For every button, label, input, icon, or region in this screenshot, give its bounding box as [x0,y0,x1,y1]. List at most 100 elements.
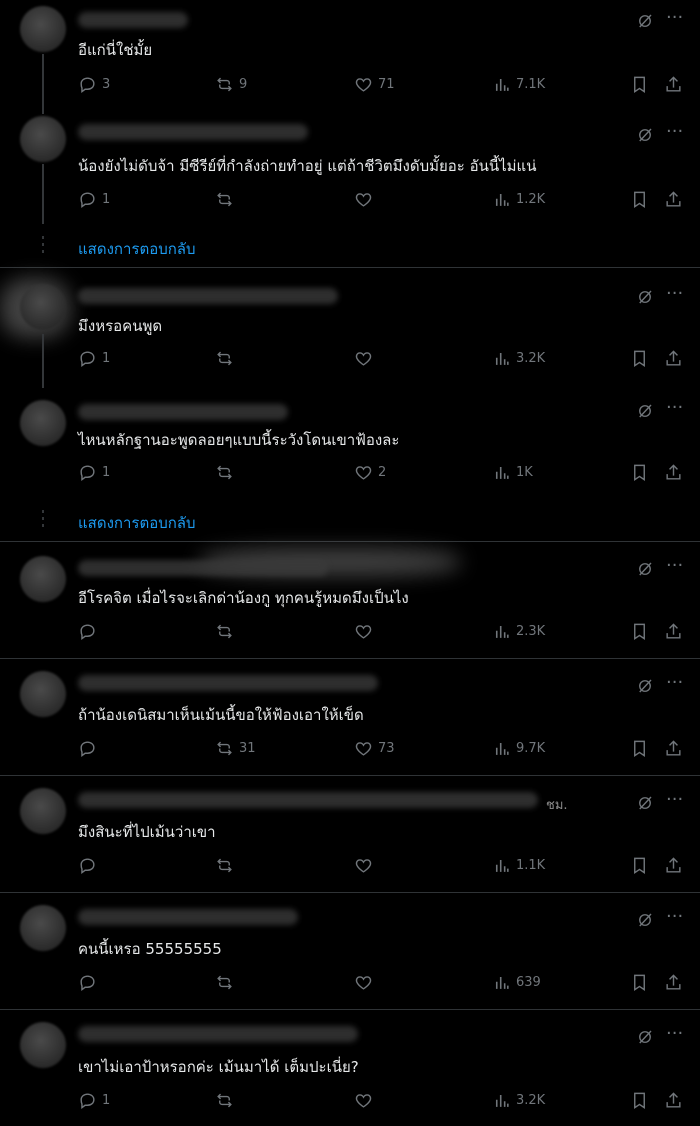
like-button[interactable] [354,1091,378,1110]
post-3[interactable]: ··· มึงหรอคนพูด 1 3.2K [0,278,700,388]
more-icon[interactable]: ··· [666,791,683,809]
views-button[interactable]: 7.1K [492,75,545,94]
grok-icon[interactable] [636,402,654,420]
bookmark-button[interactable] [630,1091,654,1110]
post-4[interactable]: ··· ไหนหลักฐานอะพูดลอยๆแบบนี้ระวังโดนเขา… [0,392,700,502]
grok-icon[interactable] [636,1028,654,1046]
like-button[interactable]: 73 [354,739,395,758]
repost-button[interactable] [215,190,239,209]
like-button[interactable]: 2 [354,463,386,482]
repost-button[interactable] [215,463,239,482]
avatar[interactable] [20,788,66,834]
more-icon[interactable]: ··· [666,557,683,575]
repost-button[interactable]: 9 [215,75,247,94]
reply-button[interactable]: 1 [78,190,110,209]
author-name[interactable] [78,675,378,691]
repost-button[interactable]: 31 [215,739,256,758]
like-button[interactable] [354,856,378,875]
grok-icon[interactable] [636,126,654,144]
share-button[interactable] [664,622,688,641]
author-name[interactable] [78,560,328,576]
author-name[interactable] [78,288,338,304]
grok-icon[interactable] [636,288,654,306]
grok-icon[interactable] [636,560,654,578]
like-button[interactable] [354,349,378,368]
share-button[interactable] [664,463,688,482]
views-button[interactable]: 639 [492,973,541,992]
reply-button[interactable]: 3 [78,75,110,94]
reply-button[interactable] [78,973,102,992]
author-name[interactable] [78,1026,358,1042]
author-name[interactable] [78,909,298,925]
share-button[interactable] [664,739,688,758]
more-icon[interactable]: ··· [666,123,683,141]
share-button[interactable] [664,856,688,875]
avatar[interactable] [20,6,66,52]
author-name[interactable] [78,12,188,28]
repost-button[interactable] [215,973,239,992]
like-button[interactable] [354,973,378,992]
avatar[interactable] [20,671,66,717]
views-button[interactable]: 3.2K [492,1091,545,1110]
share-button[interactable] [664,973,688,992]
post-8[interactable]: ··· คนนี้เหรอ 55555555 639 [0,899,700,1009]
more-icon[interactable]: ··· [666,908,683,926]
bookmark-button[interactable] [630,463,654,482]
post-5[interactable]: ··· อีโรคจิต เมื่อไรจะเลิกด่าน้องกู ทุกค… [0,548,700,658]
views-button[interactable]: 9.7K [492,739,545,758]
avatar[interactable] [20,905,66,951]
bookmark-button[interactable] [630,75,654,94]
views-button[interactable]: 1.1K [492,856,545,875]
reply-button[interactable]: 1 [78,1091,110,1110]
grok-icon[interactable] [636,677,654,695]
more-icon[interactable]: ··· [666,285,683,303]
post-9[interactable]: ··· เขาไม่เอาป้าหรอกค่ะ เม้นมาได้ เต็มปะ… [0,1016,700,1126]
reply-button[interactable]: 1 [78,349,110,368]
more-icon[interactable]: ··· [666,1025,683,1043]
avatar[interactable] [20,1022,66,1068]
avatar[interactable] [20,116,66,162]
reply-button[interactable]: 1 [78,463,110,482]
views-button[interactable]: 1K [492,463,533,482]
like-button[interactable] [354,622,378,641]
views-button[interactable]: 2.3K [492,622,545,641]
bookmark-button[interactable] [630,856,654,875]
author-name[interactable] [78,792,538,808]
repost-button[interactable] [215,349,239,368]
like-button[interactable]: 71 [354,75,395,94]
avatar[interactable] [20,284,66,330]
repost-button[interactable] [215,856,239,875]
share-button[interactable] [664,190,688,209]
post-6[interactable]: ··· ถ้าน้องเดนิสมาเห็นเม้นนี้ขอให้ฟ้องเอ… [0,665,700,775]
reply-button[interactable] [78,622,102,641]
author-name[interactable] [78,404,288,420]
bookmark-button[interactable] [630,190,654,209]
more-icon[interactable]: ··· [666,9,683,27]
bookmark-button[interactable] [630,349,654,368]
more-icon[interactable]: ··· [666,399,683,417]
views-button[interactable]: 1.2K [492,190,545,209]
post-1[interactable]: ··· อีแก่นี่ใช่มั้ย 3 9 71 7.1K [0,0,700,114]
share-button[interactable] [664,75,688,94]
views-button[interactable]: 3.2K [492,349,545,368]
post-2[interactable]: ··· น้องยังไม่ดับจ้า มีซีรีย์ที่กำลังถ่า… [0,114,700,224]
repost-button[interactable] [215,622,239,641]
show-replies-link[interactable]: แสดงการตอบกลับ [78,511,196,535]
avatar[interactable] [20,556,66,602]
reply-button[interactable] [78,739,102,758]
grok-icon[interactable] [636,794,654,812]
author-name[interactable] [78,124,308,140]
more-icon[interactable]: ··· [666,674,683,692]
share-button[interactable] [664,1091,688,1110]
show-replies-link[interactable]: แสดงการตอบกลับ [78,237,196,261]
bookmark-button[interactable] [630,739,654,758]
like-button[interactable] [354,190,378,209]
bookmark-button[interactable] [630,973,654,992]
reply-button[interactable] [78,856,102,875]
repost-button[interactable] [215,1091,239,1110]
post-7[interactable]: ชม. ··· มึงสินะที่ไปเม้นว่าเขา 1.1K [0,782,700,892]
share-button[interactable] [664,349,688,368]
bookmark-button[interactable] [630,622,654,641]
avatar[interactable] [20,400,66,446]
grok-icon[interactable] [636,12,654,30]
